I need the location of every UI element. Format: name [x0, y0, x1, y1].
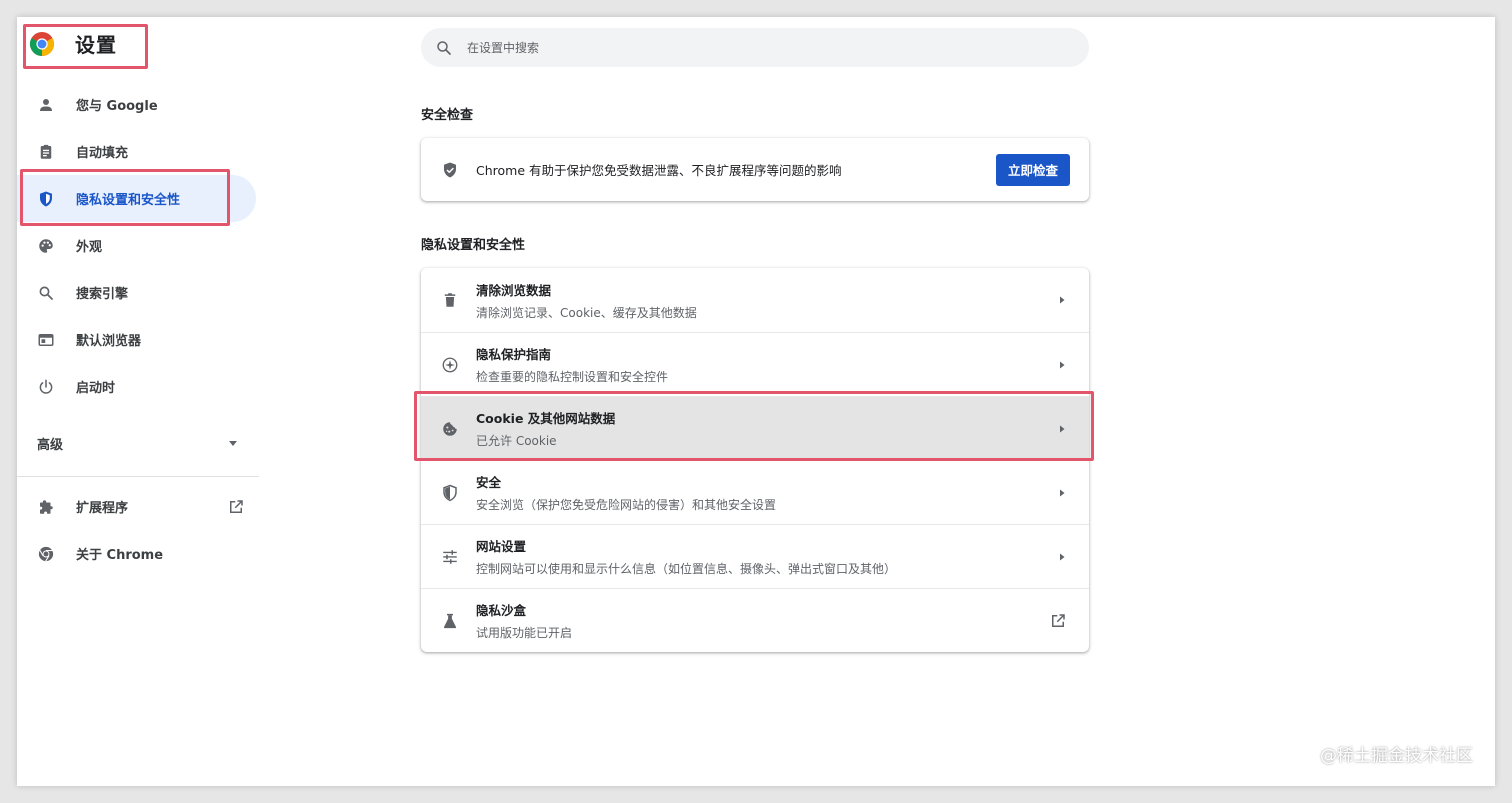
power-icon [39, 379, 53, 394]
tune-icon [443, 549, 457, 564]
settings-window: 设置 您与 Google 自动填充 [17, 17, 1495, 786]
sidebar-item-default-browser[interactable]: 默认浏览器 [17, 316, 259, 363]
compass-icon [442, 357, 458, 372]
row-privacy-guide[interactable]: 隐私保护指南 检查重要的隐私控制设置和安全控件 [421, 332, 1089, 396]
person-icon [40, 98, 52, 111]
safety-check-heading: 安全检查 [421, 108, 474, 123]
browser-window-icon [38, 333, 54, 346]
chevron-right-icon [1060, 489, 1065, 496]
sidebar-item-about-chrome[interactable]: 关于 Chrome [17, 530, 259, 577]
row-subtitle: 控制网站可以使用和显示什么信息（如位置信息、摄像头、弹出式窗口及其他） [476, 562, 897, 576]
caret-down-icon [229, 441, 237, 446]
sidebar-item-label: 关于 Chrome [76, 548, 164, 563]
security-shield-icon [443, 484, 457, 501]
row-subtitle: 安全浏览（保护您免受危险网站的侵害）和其他安全设置 [476, 498, 777, 512]
row-title: 隐私保护指南 [476, 347, 552, 362]
open-in-new-icon [230, 499, 243, 513]
row-subtitle: 清除浏览记录、Cookie、缓存及其他数据 [476, 305, 697, 320]
chevron-right-icon [1060, 553, 1065, 560]
row-subtitle: 试用版功能已开启 [476, 626, 573, 640]
shield-check-icon [444, 162, 456, 177]
sidebar-item-label: 默认浏览器 [76, 334, 142, 349]
sidebar-divider [17, 476, 259, 477]
sidebar-item-appearance[interactable]: 外观 [17, 222, 259, 269]
clipboard-icon [40, 144, 52, 159]
sidebar-item-autofill[interactable]: 自动填充 [17, 128, 259, 175]
row-title: 清除浏览数据 [476, 282, 552, 298]
search-icon [39, 286, 53, 300]
flask-icon [443, 613, 457, 628]
row-privacy-sandbox[interactable]: 隐私沙盒 试用版功能已开启 [421, 588, 1089, 652]
search-bar[interactable] [421, 28, 1089, 67]
check-now-button[interactable]: 立即检查 [995, 153, 1070, 186]
puzzle-icon [40, 499, 53, 514]
chevron-right-icon [1060, 361, 1065, 368]
sidebar-advanced-toggle[interactable]: 高级 [17, 418, 259, 468]
open-in-new-icon [1052, 613, 1065, 627]
safety-check-row: Chrome 有助于保护您免受数据泄露、不良扩展程序等问题的影响 立即检查 [421, 138, 1089, 201]
sidebar-item-extensions[interactable]: 扩展程序 [17, 483, 259, 530]
row-title: 隐私沙盒 [476, 603, 527, 618]
row-title: 网站设置 [476, 539, 527, 554]
watermark: @稀土掘金技术社区 [1320, 746, 1473, 766]
sidebar-item-label: 搜索引擎 [76, 287, 129, 302]
search-icon [437, 40, 451, 55]
row-security[interactable]: 安全 安全浏览（保护您免受危险网站的侵害）和其他安全设置 [421, 460, 1089, 524]
sidebar-item-search-engine[interactable]: 搜索引擎 [17, 269, 259, 316]
row-clear-browsing-data[interactable]: 清除浏览数据 清除浏览记录、Cookie、缓存及其他数据 [421, 268, 1089, 332]
sidebar-item-label: 扩展程序 [76, 501, 129, 516]
chrome-icon [38, 546, 54, 561]
palette-icon [39, 238, 53, 253]
sidebar-item-label: 您与 Google [76, 99, 158, 114]
highlight-box-privacy-nav [20, 169, 230, 226]
sidebar-nav: 您与 Google 自动填充 隐私设置和安全性 外观 搜索引擎 默认浏览器 启动… [17, 81, 259, 577]
search-input[interactable] [467, 40, 1047, 55]
sidebar-item-on-startup[interactable]: 启动时 [17, 363, 259, 410]
privacy-heading: 隐私设置和安全性 [421, 238, 526, 253]
advanced-label: 高级 [37, 437, 64, 453]
highlight-box-title [23, 24, 148, 69]
sidebar-item-label: 自动填充 [76, 146, 129, 161]
sidebar-item-label: 外观 [76, 240, 103, 255]
safety-check-description: Chrome 有助于保护您免受数据泄露、不良扩展程序等问题的影响 [476, 163, 842, 178]
highlight-box-cookies-row [414, 391, 1094, 461]
sidebar-item-you-and-google[interactable]: 您与 Google [17, 81, 259, 128]
trash-icon [444, 293, 456, 307]
sidebar-item-label: 启动时 [76, 381, 116, 396]
row-subtitle: 检查重要的隐私控制设置和安全控件 [476, 370, 669, 384]
row-site-settings[interactable]: 网站设置 控制网站可以使用和显示什么信息（如位置信息、摄像头、弹出式窗口及其他） [421, 524, 1089, 588]
row-title: 安全 [476, 475, 502, 490]
safety-check-card: Chrome 有助于保护您免受数据泄露、不良扩展程序等问题的影响 立即检查 [421, 138, 1089, 201]
chevron-right-icon [1060, 296, 1065, 304]
